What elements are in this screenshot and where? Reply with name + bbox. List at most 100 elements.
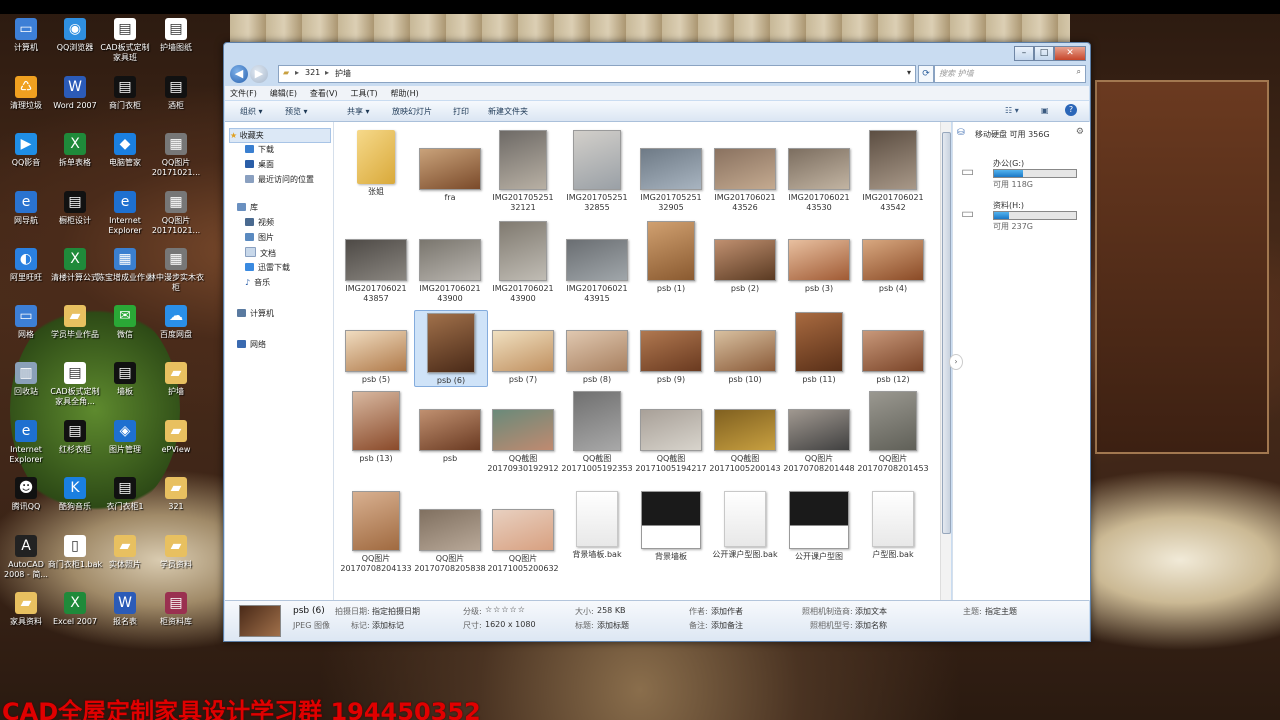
minimize-button[interactable]: – bbox=[1014, 46, 1034, 61]
file-item[interactable]: psb (9) bbox=[635, 310, 707, 385]
desktop-icon-item[interactable]: ☁ 百度网盘 bbox=[148, 305, 204, 340]
desktop-icon-item[interactable]: ▰ 学员资料 bbox=[148, 535, 204, 570]
file-item[interactable]: QQ图片 20170708201453 bbox=[857, 389, 929, 474]
desktop-icon-item[interactable]: X 拆单表格 bbox=[47, 133, 103, 168]
file-item[interactable]: IMG201706021 43915 bbox=[561, 219, 633, 304]
file-item[interactable]: 公开课户型图 bbox=[783, 489, 855, 562]
help-icon[interactable]: ? bbox=[1065, 104, 1077, 116]
file-item[interactable]: IMG201705251 32905 bbox=[635, 128, 707, 213]
file-item[interactable]: fra bbox=[414, 128, 486, 203]
file-item[interactable]: 背景墙板.bak bbox=[561, 489, 633, 560]
search-input[interactable]: 搜索 护墙 ⌕ bbox=[934, 65, 1086, 83]
gear-icon[interactable]: ⚙ bbox=[1076, 127, 1084, 137]
file-item[interactable]: QQ图片 20170708205838 bbox=[414, 489, 486, 574]
desktop-icon-item[interactable]: e Internet Explorer bbox=[0, 420, 54, 465]
file-item[interactable]: IMG201705251 32855 bbox=[561, 128, 633, 213]
desktop-icon-item[interactable]: X 清楼计算公式 bbox=[47, 248, 103, 283]
nav-thunder-downloads[interactable]: 迅雷下载 bbox=[245, 262, 290, 273]
address-dropdown-icon[interactable]: ▾ bbox=[907, 68, 911, 77]
desktop-icon-item[interactable]: ▤ 橱柜设计 bbox=[47, 191, 103, 226]
slideshow-button[interactable]: 放映幻灯片 bbox=[392, 106, 432, 117]
file-item[interactable]: 公开课户型图.bak bbox=[709, 489, 781, 560]
file-item[interactable]: psb bbox=[414, 389, 486, 464]
desktop-icon-item[interactable]: ▦ QQ图片20171021... bbox=[148, 191, 204, 236]
breadcrumb-321[interactable]: 321 bbox=[305, 68, 320, 77]
desktop-icon-item[interactable]: ▦ QQ图片20171021... bbox=[148, 133, 204, 178]
chevron-right-icon[interactable]: › bbox=[949, 354, 963, 370]
desktop-icon-item[interactable]: K 酷狗音乐 bbox=[47, 477, 103, 512]
camera-model-value[interactable]: 添加名称 bbox=[855, 620, 887, 631]
title-value[interactable]: 添加标题 bbox=[597, 620, 629, 631]
desktop-icon-item[interactable]: W Word 2007 bbox=[47, 76, 103, 111]
file-item[interactable]: QQ截图 20171005192353 bbox=[561, 389, 633, 474]
maximize-button[interactable]: □ bbox=[1034, 46, 1054, 61]
print-button[interactable]: 打印 bbox=[453, 106, 469, 117]
file-item[interactable]: psb (5) bbox=[340, 310, 412, 385]
file-item[interactable]: QQ图片 20170708204133 bbox=[340, 489, 412, 574]
file-item[interactable]: IMG201706021 43542 bbox=[857, 128, 929, 213]
desktop-icon-item[interactable]: ▰ 321 bbox=[148, 477, 204, 512]
file-item[interactable]: IMG201706021 43526 bbox=[709, 128, 781, 213]
desktop-icon-item[interactable]: ▭ 计算机 bbox=[0, 18, 54, 53]
view-options-icon[interactable]: ☷ ▾ bbox=[1005, 106, 1019, 115]
desktop-icon-item[interactable]: A AutoCAD 2008 - 简... bbox=[0, 535, 54, 580]
rating-stars[interactable]: ☆☆☆☆☆ bbox=[485, 605, 526, 614]
desktop-icon-item[interactable]: ▭ 网格 bbox=[0, 305, 54, 340]
file-item[interactable]: psb (6) bbox=[414, 310, 488, 387]
desktop-icon-item[interactable]: ▤ 柜资料库 bbox=[148, 592, 204, 627]
desktop-icon-item[interactable]: ▯ 商门衣柜1.bak bbox=[47, 535, 103, 570]
preview-button[interactable]: 预览 ▾ bbox=[285, 106, 308, 117]
desktop-icon-item[interactable]: ▶ QQ影音 bbox=[0, 133, 54, 168]
nav-libraries[interactable]: 库 bbox=[237, 202, 258, 213]
tags-value[interactable]: 添加标记 bbox=[372, 620, 404, 631]
desktop-icon-item[interactable]: ♺ 清理垃圾 bbox=[0, 76, 54, 111]
forward-button[interactable]: ▶ bbox=[250, 65, 268, 83]
nav-computer[interactable]: 计算机 bbox=[237, 308, 274, 319]
breadcrumb-current[interactable]: 护墙 bbox=[335, 68, 351, 79]
author-value[interactable]: 添加作者 bbox=[711, 606, 743, 617]
menu-file[interactable]: 文件(F) bbox=[225, 86, 262, 101]
file-item[interactable]: IMG201706021 43900 bbox=[414, 219, 486, 304]
file-item[interactable]: IMG201706021 43857 bbox=[340, 219, 412, 304]
menu-edit[interactable]: 编辑(E) bbox=[265, 86, 302, 101]
menu-help[interactable]: 帮助(H) bbox=[386, 86, 424, 101]
nav-videos[interactable]: 视频 bbox=[245, 217, 274, 228]
nav-pictures[interactable]: 图片 bbox=[245, 232, 274, 243]
file-item[interactable]: QQ截图 20170930192912 bbox=[487, 389, 559, 474]
menu-view[interactable]: 查看(V) bbox=[305, 86, 343, 101]
organize-button[interactable]: 组织 ▾ bbox=[240, 106, 263, 117]
file-item[interactable]: IMG201706021 43530 bbox=[783, 128, 855, 213]
file-item[interactable]: psb (10) bbox=[709, 310, 781, 385]
desktop-icon-item[interactable]: e Internet Explorer bbox=[97, 191, 153, 236]
nav-downloads[interactable]: 下载 bbox=[245, 144, 274, 155]
desktop-icon-item[interactable]: ◐ 阿里旺旺 bbox=[0, 248, 54, 283]
file-item[interactable]: psb (7) bbox=[487, 310, 559, 385]
folder-item[interactable]: 张姐 bbox=[340, 128, 412, 197]
nav-recent[interactable]: 最近访问的位置 bbox=[245, 174, 314, 185]
desktop-icon-item[interactable]: W 报名表 bbox=[97, 592, 153, 627]
nav-network[interactable]: 网络 bbox=[237, 339, 266, 350]
file-item[interactable]: IMG201705251 32121 bbox=[487, 128, 559, 213]
desktop-icon-item[interactable]: ▤ 商门衣柜 bbox=[97, 76, 153, 111]
search-icon[interactable]: ⌕ bbox=[1077, 67, 1081, 77]
refresh-icon[interactable]: ⟳ bbox=[918, 65, 934, 83]
desktop-icon-item[interactable]: ▰ 学员毕业作品 bbox=[47, 305, 103, 340]
desktop-icon-item[interactable]: ▤ 护墙图纸 bbox=[148, 18, 204, 53]
scrollbar-thumb[interactable] bbox=[942, 132, 951, 534]
explorer-window[interactable]: – □ ✕ ◀ ▶ ▰ ▸ 321 ▸ 护墙 ▾ ⟳ 搜索 护墙 ⌕ 文件(F)… bbox=[223, 42, 1091, 642]
desktop-icon-item[interactable]: X Excel 2007 bbox=[47, 592, 103, 627]
menu-tools[interactable]: 工具(T) bbox=[345, 86, 382, 101]
file-item[interactable]: psb (12) bbox=[857, 310, 929, 385]
desktop-icon-item[interactable]: ▰ 实体照片 bbox=[97, 535, 153, 570]
desktop-icon-item[interactable]: ▤ 酒柜 bbox=[148, 76, 204, 111]
close-button[interactable]: ✕ bbox=[1054, 46, 1086, 61]
file-item[interactable]: IMG201706021 43900 bbox=[487, 219, 559, 304]
subject-value[interactable]: 指定主题 bbox=[985, 606, 1017, 617]
desktop-icon-item[interactable]: ▤ 红杉衣柜 bbox=[47, 420, 103, 455]
nav-music[interactable]: ♪ 音乐 bbox=[245, 277, 270, 288]
desktop-icon-item[interactable]: ▤ CAD板式定制家具班 bbox=[97, 18, 153, 63]
desktop-icon-item[interactable]: ▤ CAD板式定制家具全角... bbox=[47, 362, 103, 407]
file-item[interactable]: QQ截图 20171005200143 bbox=[709, 389, 781, 474]
file-item[interactable]: psb (13) bbox=[340, 389, 412, 464]
file-item[interactable]: psb (2) bbox=[709, 219, 781, 294]
